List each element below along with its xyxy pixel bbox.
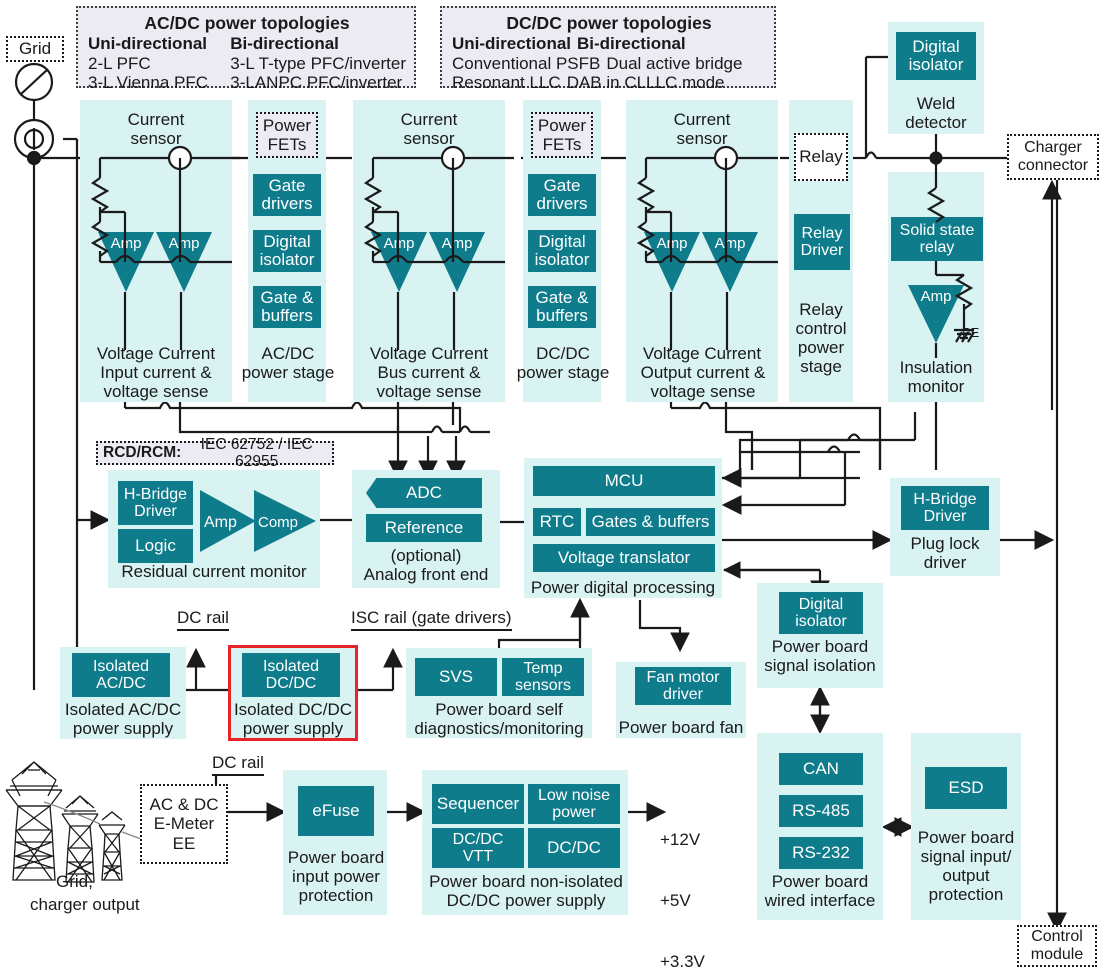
acdc-uni-row1: 2-L PFC: [88, 53, 151, 73]
dcdc-uni-head: Uni-directional: [452, 33, 572, 53]
adc-chip[interactable]: ADC: [366, 478, 482, 508]
fan-caption: Power board fan: [618, 718, 744, 737]
acdc-topologies-box: AC/DC power topologies Uni-directional 2…: [76, 6, 416, 92]
rcd-standard-label: RCD/RCM: IEC 62752 / IEC 62955: [96, 436, 334, 470]
voltage-3: +3.3V: [660, 952, 705, 967]
rcm-caption: Residual current monitor: [121, 562, 307, 581]
dc-rail-label-bottom: DC rail: [212, 753, 264, 776]
voltage-1: +12V: [660, 829, 701, 849]
isc-rail-label: ISC rail (gate drivers): [351, 608, 512, 631]
efuse-chip[interactable]: eFuse: [298, 786, 374, 836]
h-bridge-driver-chip-plug[interactable]: H-Bridge Driver: [901, 486, 989, 530]
dcdc-vtt-chip[interactable]: DC/DC VTT: [432, 828, 524, 868]
control-module-label: Control module: [1017, 925, 1097, 967]
grid-caption-line2: charger output: [30, 895, 140, 914]
esd-chip[interactable]: ESD: [925, 767, 1007, 809]
rs232-chip[interactable]: RS-232: [779, 837, 863, 869]
isolated-dcdc-chip[interactable]: Isolated DC/DC: [242, 653, 340, 697]
dcdc-bi-head: Bi-directional: [577, 33, 686, 53]
charger-connector-label: Charger connector: [1007, 134, 1099, 180]
temp-sensors-chip[interactable]: Temp sensors: [502, 658, 584, 696]
weld-detector-caption: Weld detector: [905, 94, 967, 133]
self-diagnostics-caption: Power board self diagnostics/monitoring: [414, 700, 584, 739]
dc-rail-label-top: DC rail: [177, 608, 229, 631]
acdc-uni-row2: 3-L Vienna PFC: [88, 73, 209, 93]
acdc-bi-row2: 3-LANPC PFC/inverter: [230, 73, 403, 93]
input-protection-caption: Power board input power protection: [287, 848, 385, 906]
digital-processing-caption: Power digital processing: [530, 578, 716, 597]
acdc-bi-row1: 3-L T-type PFC/inverter: [230, 53, 406, 73]
dcdc-uni-row1: Conventional PSFB: [452, 53, 601, 73]
grid-label: Grid: [6, 36, 64, 62]
dcdc-bi-row2: DAB in CLLLC mode: [566, 73, 725, 93]
mcu-chip[interactable]: MCU: [533, 466, 715, 496]
acdc-topologies-title: AC/DC power topologies: [144, 13, 350, 33]
non-isolated-caption: Power board non-isolated DC/DC power sup…: [429, 872, 623, 911]
rcd-standard-prefix: RCD/RCM:: [103, 444, 182, 462]
dcdc-uni-row2: Resonant LLC: [452, 73, 561, 93]
h-bridge-driver-chip-rcm[interactable]: H-Bridge Driver: [118, 481, 193, 525]
logic-chip[interactable]: Logic: [118, 529, 193, 563]
isolated-dcdc-caption: Isolated DC/DC power supply: [233, 700, 353, 739]
dcdc-bi-row1: Dual active bridge: [606, 53, 743, 73]
rs485-chip[interactable]: RS-485: [779, 795, 863, 827]
wired-interface-caption: Power board wired interface: [764, 872, 876, 911]
io-protection-caption: Power board signal input/ output protect…: [917, 828, 1015, 905]
can-chip[interactable]: CAN: [779, 753, 863, 785]
grid-caption-line1: Grid,: [56, 872, 93, 891]
voltage-translator-chip[interactable]: Voltage translator: [533, 544, 715, 572]
fan-motor-driver-chip[interactable]: Fan motor driver: [635, 667, 731, 705]
gates-buffers-chip[interactable]: Gates & buffers: [586, 508, 715, 536]
acdc-bi-head: Bi-directional: [230, 33, 339, 53]
output-voltage-list: +12V +5V +3.3V +1.8V -12V: [660, 789, 720, 967]
insulation-monitor-circuit: [926, 172, 975, 358]
low-noise-power-chip[interactable]: Low noise power: [528, 784, 620, 824]
voltage-2: +5V: [660, 890, 691, 910]
plug-lock-caption: Plug lock driver: [910, 534, 980, 573]
relay-label: Relay: [794, 133, 848, 181]
dcdc-topologies-box: DC/DC power topologies Uni-directional B…: [440, 6, 776, 92]
rcd-standard-value: IEC 62752 / IEC 62955: [200, 435, 313, 470]
dcdc-chip[interactable]: DC/DC: [528, 828, 620, 868]
sense-circuit-icons: [90, 145, 778, 350]
signal-isolation-chip[interactable]: Digital isolator: [779, 592, 863, 634]
e-meter-label: AC & DC E-Meter EE: [140, 784, 228, 864]
signal-isolation-caption: Power board signal isolation: [764, 637, 876, 676]
weld-digital-isolator-chip[interactable]: Digital isolator: [896, 32, 976, 80]
isolated-acdc-caption: Isolated AC/DC power supply: [64, 700, 182, 739]
isolated-acdc-chip[interactable]: Isolated AC/DC: [72, 653, 170, 697]
dcdc-topologies-title: DC/DC power topologies: [506, 13, 712, 33]
block-diagram-canvas: AC/DC power topologies Uni-directional 2…: [0, 0, 1100, 967]
afe-caption: (optional) Analog front end: [363, 546, 489, 585]
rtc-chip[interactable]: RTC: [533, 508, 581, 536]
sequencer-chip[interactable]: Sequencer: [432, 784, 524, 824]
relay-stage-caption: Relay control power stage: [795, 300, 847, 377]
acdc-uni-head: Uni-directional: [88, 33, 208, 53]
svs-chip[interactable]: SVS: [415, 658, 497, 696]
reference-chip[interactable]: Reference: [366, 514, 482, 542]
relay-driver-chip[interactable]: Relay Driver: [794, 214, 850, 270]
